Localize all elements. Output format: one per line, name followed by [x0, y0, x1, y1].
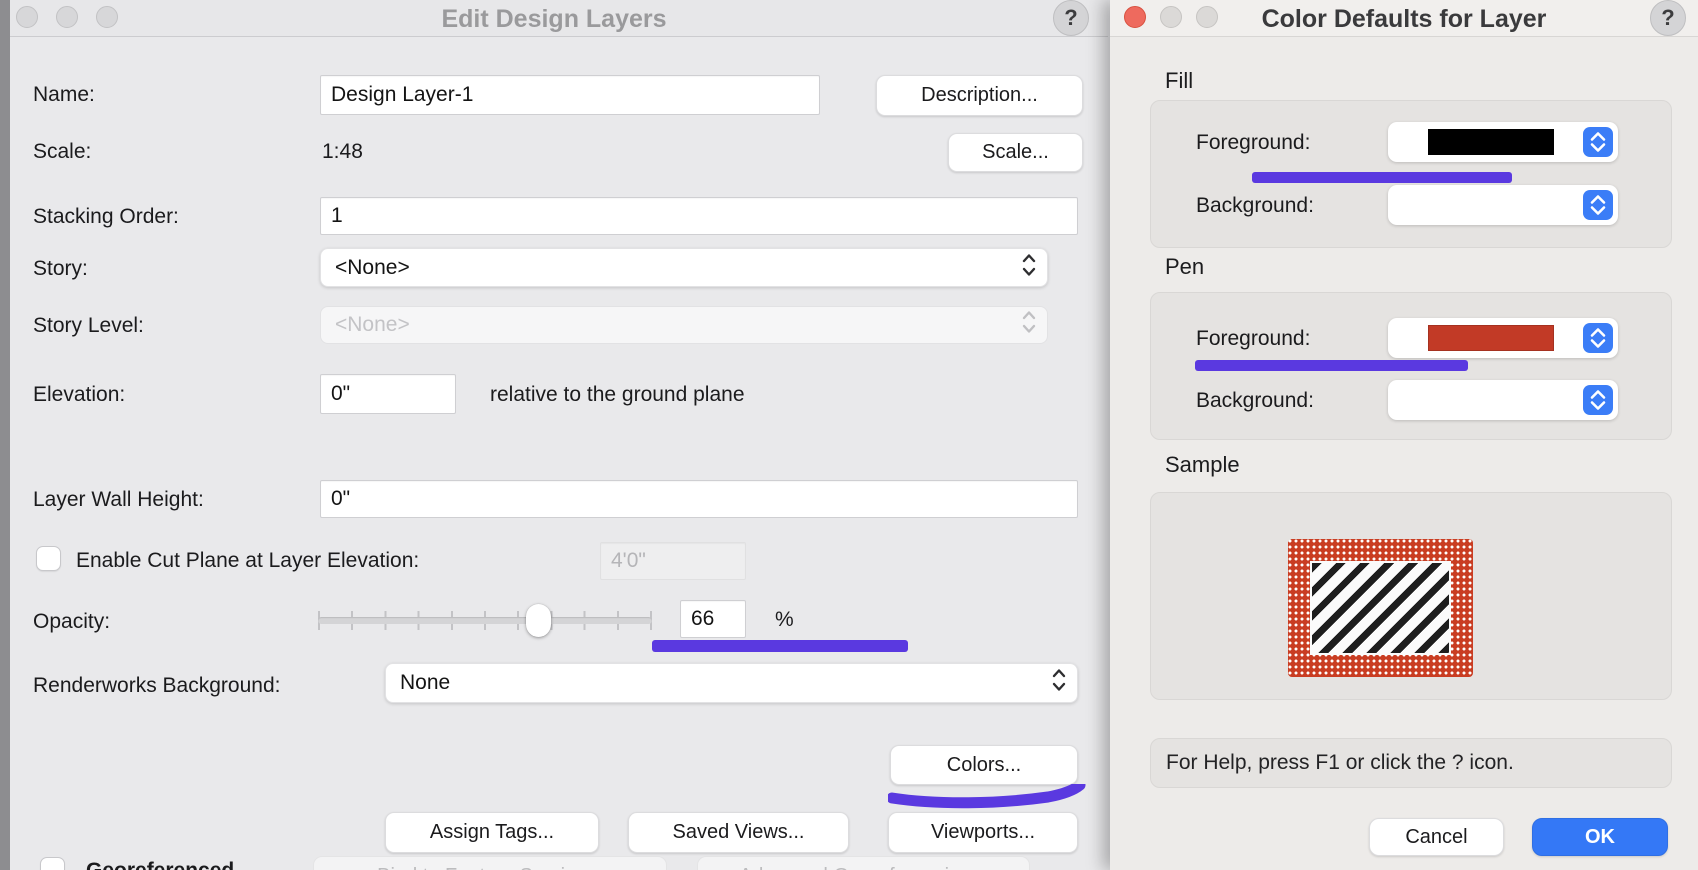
fill-foreground-well[interactable] — [1388, 122, 1618, 162]
colors-button[interactable]: Colors... — [890, 745, 1078, 785]
help-text: For Help, press F1 or click the ? icon. — [1166, 751, 1514, 775]
saved-views-button[interactable]: Saved Views... — [628, 812, 849, 853]
georeferenced-checkbox[interactable] — [40, 857, 65, 870]
stepper-icon[interactable] — [1583, 127, 1613, 157]
color-defaults-dialog: Color Defaults for Layer ? Fill Foregrou… — [1110, 0, 1698, 870]
ok-button[interactable]: OK — [1532, 818, 1668, 856]
chevron-up-down-icon — [1021, 252, 1037, 284]
wall-height-input[interactable]: 0" — [320, 480, 1078, 518]
sample-heading: Sample — [1165, 452, 1240, 478]
story-level-label: Story Level: — [33, 314, 144, 338]
sample-hatch-fill — [1310, 561, 1451, 655]
window-edge-strip — [0, 0, 10, 870]
opacity-input[interactable]: 66 — [680, 600, 746, 638]
sample-panel — [1150, 492, 1672, 700]
stepper-icon[interactable] — [1583, 190, 1613, 220]
scale-label: Scale: — [33, 140, 91, 164]
fill-foreground-label: Foreground: — [1196, 131, 1310, 155]
renderworks-select-value: None — [400, 671, 450, 695]
assign-tags-button[interactable]: Assign Tags... — [385, 812, 599, 853]
slider-track — [318, 617, 652, 624]
cancel-button[interactable]: Cancel — [1369, 818, 1504, 856]
elevation-input[interactable]: 0" — [320, 374, 456, 414]
scale-button[interactable]: Scale... — [948, 133, 1083, 172]
renderworks-label: Renderworks Background: — [33, 674, 280, 698]
description-button[interactable]: Description... — [876, 75, 1083, 116]
left-dialog-title: Edit Design Layers — [0, 5, 1108, 34]
elevation-label: Elevation: — [33, 383, 125, 407]
story-level-select: <None> — [320, 306, 1048, 344]
chevron-up-down-icon — [1051, 667, 1067, 699]
pen-foreground-label: Foreground: — [1196, 327, 1310, 351]
fill-foreground-swatch — [1428, 129, 1554, 155]
stepper-icon[interactable] — [1583, 385, 1613, 415]
pen-heading: Pen — [1165, 254, 1204, 280]
georeferenced-label: Georeferenced — [86, 859, 234, 870]
sample-preview — [1288, 539, 1473, 677]
cut-plane-label: Enable Cut Plane at Layer Elevation: — [76, 549, 419, 573]
help-icon[interactable]: ? — [1053, 0, 1089, 36]
story-label: Story: — [33, 257, 88, 281]
story-select-value: <None> — [335, 256, 410, 280]
screen: Edit Design Layers ? Name: Design Layer-… — [0, 0, 1698, 870]
fill-background-label: Background: — [1196, 194, 1314, 218]
slider-thumb[interactable] — [526, 604, 551, 637]
advanced-georeferencing-button: Advanced Georeferencing... — [697, 856, 1030, 870]
cut-plane-elevation-input: 4'0" — [600, 542, 746, 580]
opacity-unit: % — [775, 608, 794, 632]
left-titlebar: Edit Design Layers — [0, 0, 1108, 37]
annotation-underline-opacity — [652, 640, 908, 652]
cut-plane-checkbox[interactable] — [36, 546, 61, 571]
stacking-order-input[interactable]: 1 — [320, 197, 1078, 235]
stacking-order-label: Stacking Order: — [33, 205, 179, 229]
right-dialog-title: Color Defaults for Layer — [1110, 5, 1698, 34]
wall-height-label: Layer Wall Height: — [33, 488, 204, 512]
annotation-underline-fill-foreground — [1252, 172, 1512, 183]
elevation-note: relative to the ground plane — [490, 383, 745, 407]
opacity-slider[interactable] — [318, 602, 652, 638]
stepper-icon[interactable] — [1583, 323, 1613, 353]
opacity-label: Opacity: — [33, 610, 110, 634]
help-strip: For Help, press F1 or click the ? icon. — [1150, 738, 1672, 788]
annotation-swoosh-colors — [888, 784, 1088, 812]
fill-background-well[interactable] — [1388, 185, 1618, 225]
right-titlebar: Color Defaults for Layer — [1110, 0, 1698, 37]
viewports-button[interactable]: Viewports... — [888, 812, 1078, 853]
story-select[interactable]: <None> — [320, 248, 1048, 287]
scale-value: 1:48 — [322, 140, 363, 164]
edit-design-layers-dialog: Edit Design Layers ? Name: Design Layer-… — [0, 0, 1108, 870]
pen-foreground-well[interactable] — [1388, 318, 1618, 358]
pen-background-well[interactable] — [1388, 380, 1618, 420]
fill-heading: Fill — [1165, 68, 1193, 94]
name-label: Name: — [33, 83, 95, 107]
chevron-up-down-icon — [1021, 309, 1037, 341]
bind-feature-service-button: Bind to Feature Service... — [313, 856, 667, 870]
pen-background-label: Background: — [1196, 389, 1314, 413]
annotation-underline-pen-foreground — [1195, 360, 1468, 371]
story-level-select-value: <None> — [335, 313, 410, 337]
renderworks-select[interactable]: None — [385, 663, 1078, 703]
name-input[interactable]: Design Layer-1 — [320, 75, 820, 115]
help-icon[interactable]: ? — [1650, 0, 1686, 36]
pen-foreground-swatch — [1428, 325, 1554, 351]
